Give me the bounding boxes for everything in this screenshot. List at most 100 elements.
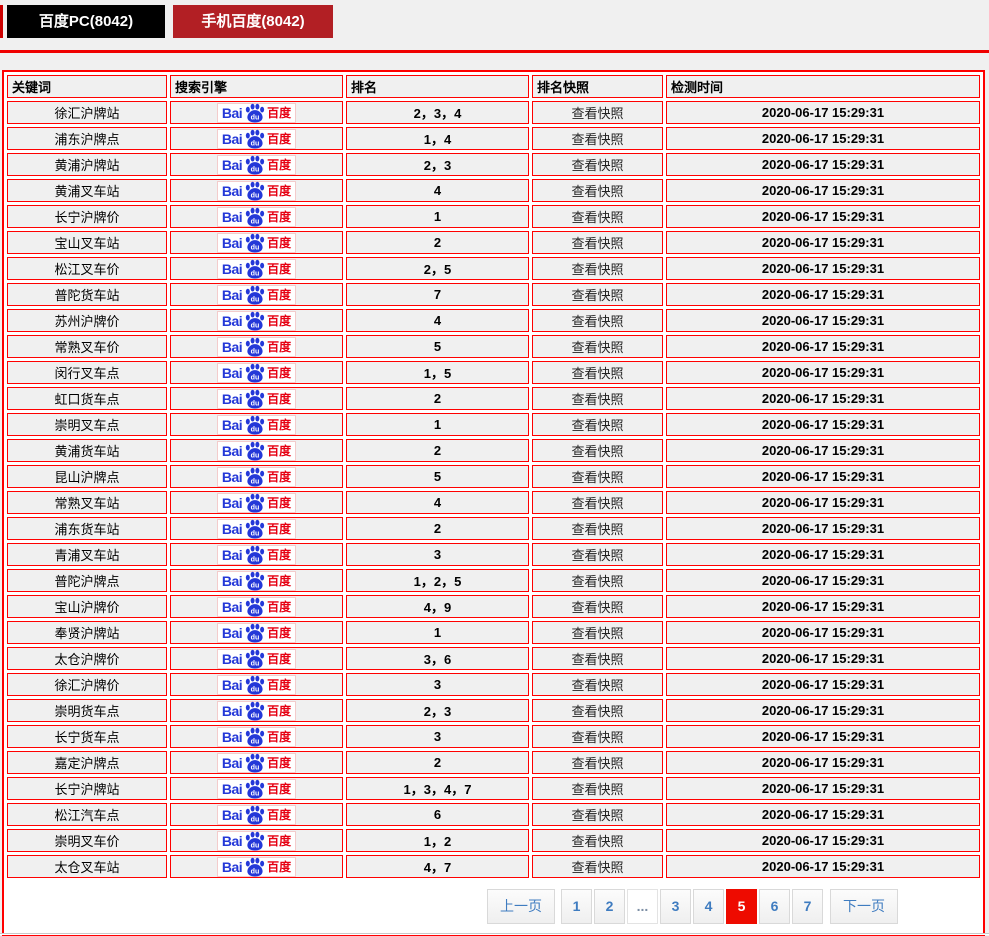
tab-baidu-mobile[interactable]: 手机百度(8042) bbox=[173, 5, 333, 38]
pagination-page-6[interactable]: 6 bbox=[759, 889, 790, 924]
view-snapshot-link[interactable]: 查看快照 bbox=[532, 257, 663, 280]
engine-cell: Bai du 百度 bbox=[170, 413, 343, 436]
baidu-logo-bai-text: Bai bbox=[222, 573, 242, 589]
view-snapshot-link[interactable]: 查看快照 bbox=[532, 777, 663, 800]
rank-cell: 3，6 bbox=[346, 647, 529, 670]
view-snapshot-link[interactable]: 查看快照 bbox=[532, 309, 663, 332]
pagination-page-5[interactable]: 5 bbox=[726, 889, 757, 924]
baidu-logo-cn-text: 百度 bbox=[267, 650, 291, 667]
keyword-cell: 闵行叉车点 bbox=[7, 361, 167, 384]
view-snapshot-link[interactable]: 查看快照 bbox=[532, 387, 663, 410]
baidu-logo-cn-text: 百度 bbox=[267, 312, 291, 329]
view-snapshot-link[interactable]: 查看快照 bbox=[532, 855, 663, 878]
table-row: 浦东货车站 Bai du 百度 2 查看快照 2020-06- bbox=[7, 517, 980, 540]
view-snapshot-link[interactable]: 查看快照 bbox=[532, 751, 663, 774]
view-snapshot-link[interactable]: 查看快照 bbox=[532, 101, 663, 124]
baidu-logo-du-text: du bbox=[251, 555, 260, 563]
view-snapshot-link[interactable]: 查看快照 bbox=[532, 569, 663, 592]
baidu-logo: Bai du 百度 bbox=[217, 181, 296, 201]
view-snapshot-link[interactable]: 查看快照 bbox=[532, 465, 663, 488]
header-rank: 排名 bbox=[346, 75, 529, 98]
table-row: 松江叉车价 Bai du 百度 2，5 查看快照 2020-0 bbox=[7, 257, 980, 280]
baidu-logo-du-text: du bbox=[251, 269, 260, 277]
header-keyword: 关键词 bbox=[7, 75, 167, 98]
view-snapshot-link[interactable]: 查看快照 bbox=[532, 283, 663, 306]
baidu-logo-cn-text: 百度 bbox=[267, 572, 291, 589]
check-time-cell: 2020-06-17 15:29:31 bbox=[666, 673, 980, 696]
baidu-logo-bai-text: Bai bbox=[222, 755, 242, 771]
rank-cell: 4 bbox=[346, 491, 529, 514]
view-snapshot-link[interactable]: 查看快照 bbox=[532, 361, 663, 384]
rank-cell: 5 bbox=[346, 465, 529, 488]
view-snapshot-link[interactable]: 查看快照 bbox=[532, 179, 663, 202]
baidu-logo-bai-text: Bai bbox=[222, 807, 242, 823]
view-snapshot-link[interactable]: 查看快照 bbox=[532, 673, 663, 696]
view-snapshot-link[interactable]: 查看快照 bbox=[532, 335, 663, 358]
view-snapshot-link[interactable]: 查看快照 bbox=[532, 231, 663, 254]
baidu-logo: Bai du 百度 bbox=[217, 103, 296, 123]
view-snapshot-link[interactable]: 查看快照 bbox=[532, 699, 663, 722]
rank-cell: 2，3 bbox=[346, 153, 529, 176]
view-snapshot-link[interactable]: 查看快照 bbox=[532, 647, 663, 670]
baidu-logo-cn-text: 百度 bbox=[267, 442, 291, 459]
check-time-cell: 2020-06-17 15:29:31 bbox=[666, 595, 980, 618]
pagination-page-7[interactable]: 7 bbox=[792, 889, 823, 924]
baidu-logo-cn-text: 百度 bbox=[267, 364, 291, 381]
baidu-logo-cn-text: 百度 bbox=[267, 286, 291, 303]
check-time-cell: 2020-06-17 15:29:31 bbox=[666, 465, 980, 488]
baidu-logo-bai-text: Bai bbox=[222, 183, 242, 199]
view-snapshot-link[interactable]: 查看快照 bbox=[532, 595, 663, 618]
baidu-logo-bai-text: Bai bbox=[222, 443, 242, 459]
view-snapshot-link[interactable]: 查看快照 bbox=[532, 829, 663, 852]
view-snapshot-link[interactable]: 查看快照 bbox=[532, 725, 663, 748]
view-snapshot-link[interactable]: 查看快照 bbox=[532, 153, 663, 176]
pagination-page-4[interactable]: 4 bbox=[693, 889, 724, 924]
baidu-logo-cn-text: 百度 bbox=[267, 208, 291, 225]
pagination-prev-button[interactable]: 上一页 bbox=[487, 889, 555, 924]
view-snapshot-link[interactable]: 查看快照 bbox=[532, 491, 663, 514]
baidu-logo-du-text: du bbox=[251, 321, 260, 329]
view-snapshot-link[interactable]: 查看快照 bbox=[532, 413, 663, 436]
engine-cell: Bai du 百度 bbox=[170, 231, 343, 254]
view-snapshot-link[interactable]: 查看快照 bbox=[532, 543, 663, 566]
view-snapshot-link[interactable]: 查看快照 bbox=[532, 621, 663, 644]
keyword-cell: 长宁货车点 bbox=[7, 725, 167, 748]
rank-cell: 1，2，5 bbox=[346, 569, 529, 592]
baidu-paw-icon: du bbox=[244, 181, 265, 201]
view-snapshot-link[interactable]: 查看快照 bbox=[532, 127, 663, 150]
view-snapshot-link[interactable]: 查看快照 bbox=[532, 517, 663, 540]
baidu-logo: Bai du 百度 bbox=[217, 259, 296, 279]
baidu-logo-bai-text: Bai bbox=[222, 209, 242, 225]
table-row: 长宁沪牌站 Bai du 百度 1，3，4，7 查看快照 20 bbox=[7, 777, 980, 800]
view-snapshot-link[interactable]: 查看快照 bbox=[532, 205, 663, 228]
baidu-logo: Bai du 百度 bbox=[217, 337, 296, 357]
pagination-page-1[interactable]: 1 bbox=[561, 889, 592, 924]
check-time-cell: 2020-06-17 15:29:31 bbox=[666, 309, 980, 332]
baidu-logo-cn-text: 百度 bbox=[267, 702, 291, 719]
baidu-paw-icon: du bbox=[244, 207, 265, 227]
check-time-cell: 2020-06-17 15:29:31 bbox=[666, 179, 980, 202]
baidu-logo-du-text: du bbox=[251, 789, 260, 797]
check-time-cell: 2020-06-17 15:29:31 bbox=[666, 543, 980, 566]
pagination-page-3[interactable]: 3 bbox=[660, 889, 691, 924]
pagination-page-2[interactable]: 2 bbox=[594, 889, 625, 924]
baidu-paw-icon: du bbox=[244, 649, 265, 669]
baidu-logo-bai-text: Bai bbox=[222, 495, 242, 511]
pagination-next-button[interactable]: 下一页 bbox=[830, 889, 898, 924]
view-snapshot-link[interactable]: 查看快照 bbox=[532, 439, 663, 462]
keyword-cell: 常熟叉车价 bbox=[7, 335, 167, 358]
rank-cell: 4 bbox=[346, 179, 529, 202]
check-time-cell: 2020-06-17 15:29:31 bbox=[666, 387, 980, 410]
table-row: 苏州沪牌价 Bai du 百度 4 查看快照 2020-06- bbox=[7, 309, 980, 332]
baidu-logo-bai-text: Bai bbox=[222, 521, 242, 537]
view-snapshot-link[interactable]: 查看快照 bbox=[532, 803, 663, 826]
table-row: 浦东沪牌点 Bai du 百度 1，4 查看快照 2020-0 bbox=[7, 127, 980, 150]
baidu-logo: Bai du 百度 bbox=[217, 857, 296, 877]
engine-cell: Bai du 百度 bbox=[170, 335, 343, 358]
table-row: 黄浦叉车站 Bai du 百度 4 查看快照 2020-06- bbox=[7, 179, 980, 202]
tab-baidu-pc[interactable]: 百度PC(8042) bbox=[7, 5, 165, 38]
baidu-logo-cn-text: 百度 bbox=[267, 806, 291, 823]
keyword-cell: 松江汽车点 bbox=[7, 803, 167, 826]
check-time-cell: 2020-06-17 15:29:31 bbox=[666, 205, 980, 228]
table-row: 太仓沪牌价 Bai du 百度 3，6 查看快照 2020-0 bbox=[7, 647, 980, 670]
